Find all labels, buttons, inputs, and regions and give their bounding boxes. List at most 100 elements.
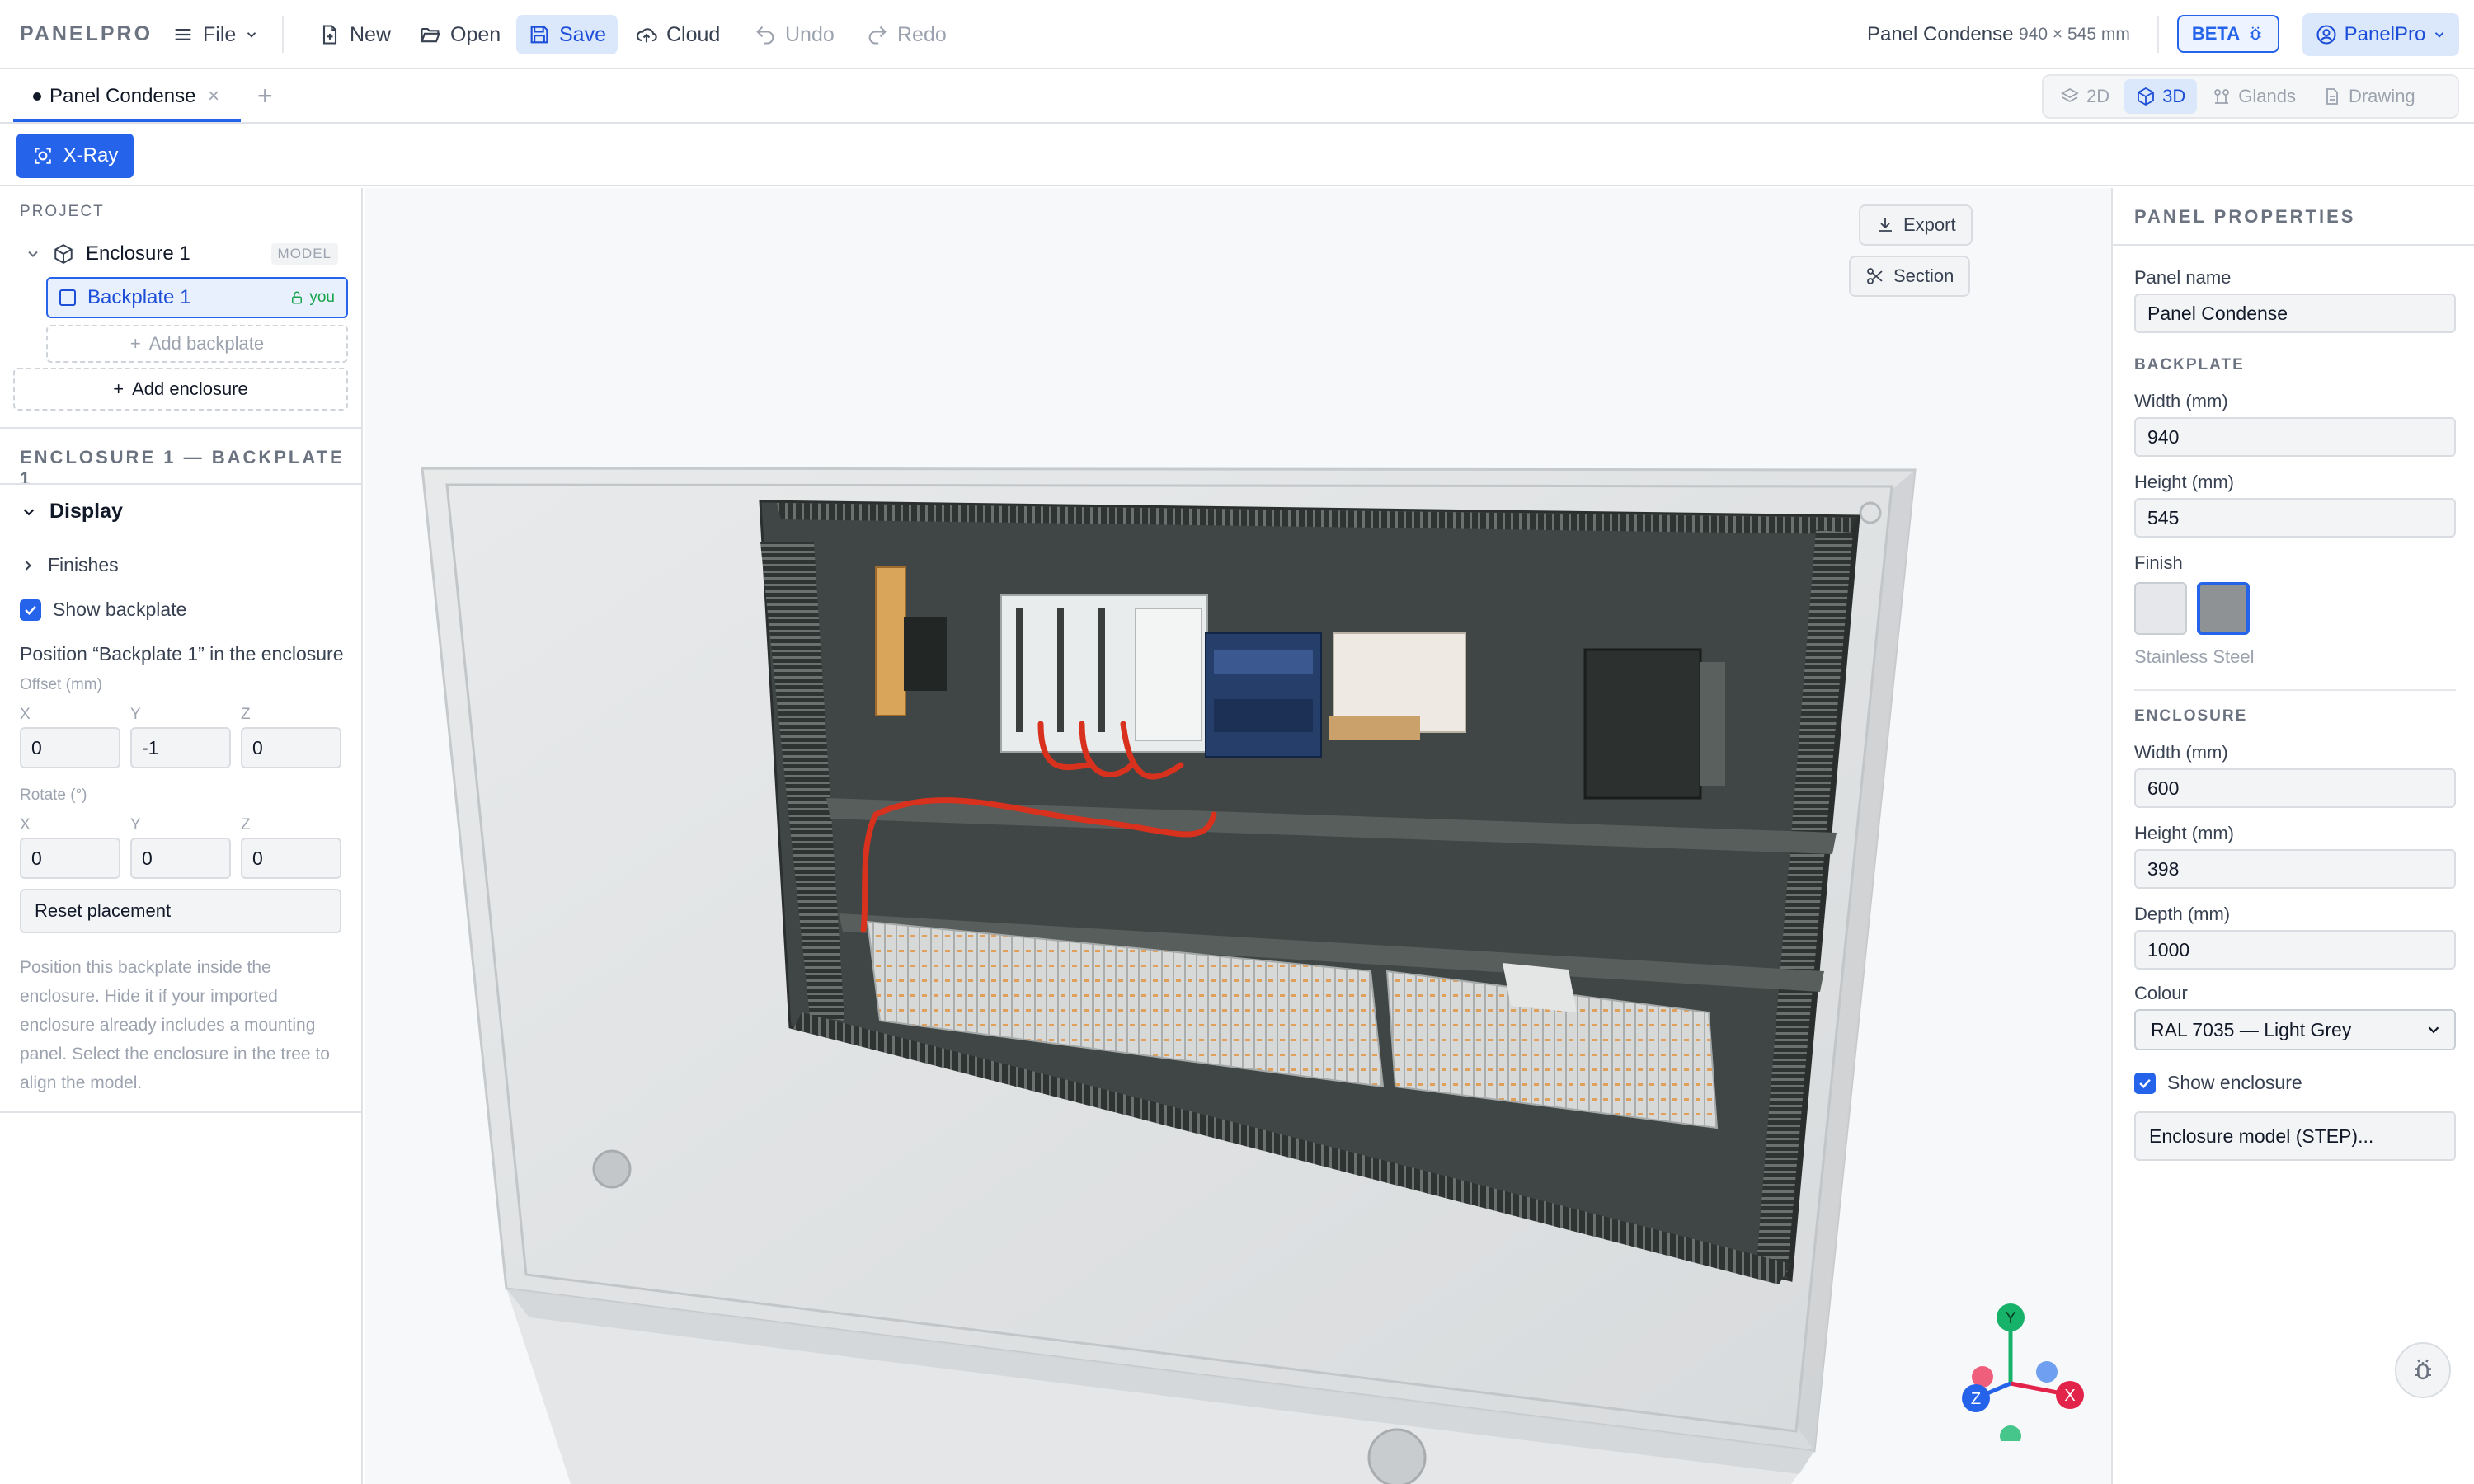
rotate-y-input[interactable]: 0	[130, 838, 231, 879]
rotate-z-input[interactable]: 0	[241, 838, 341, 879]
chevron-down-icon	[2435, 32, 2444, 38]
view-drawing-label: Drawing	[2348, 86, 2415, 106]
enclosure-depth-input[interactable]: 1000	[2134, 930, 2456, 970]
add-enclosure-label: Add enclosure	[132, 378, 248, 399]
view-glands-button[interactable]: Glands	[2200, 79, 2307, 114]
left-panel: PROJECT Enclosure 1 MODEL Backplate 1 yo…	[0, 188, 363, 1484]
beta-label: BETA	[2191, 23, 2241, 44]
panel-divider	[2113, 244, 2474, 246]
lock-open-icon	[292, 291, 303, 304]
save-button[interactable]: Save	[516, 15, 618, 54]
component-relay-block	[904, 617, 947, 691]
new-label: New	[350, 22, 392, 46]
cloud-upload-icon	[636, 28, 657, 43]
beta-badge[interactable]: BETA	[2177, 15, 2279, 53]
enclosure-model-button[interactable]: Enclosure model (STEP)...	[2134, 1111, 2456, 1161]
file-plus-icon	[322, 25, 337, 45]
view-2d-button[interactable]: 2D	[2048, 79, 2121, 114]
add-backplate-label: Add backplate	[148, 333, 265, 354]
backplate-height-label: Height (mm)	[2134, 472, 2235, 492]
backplate-height-input[interactable]: 545	[2134, 498, 2456, 538]
enclosure-label: Enclosure 1	[86, 242, 190, 265]
cloud-label: Cloud	[666, 22, 721, 46]
offset-x-axis-label: X	[20, 706, 31, 723]
chevron-right-icon	[25, 560, 31, 571]
backplate-width-input[interactable]: 940	[2134, 417, 2456, 457]
panel-divider	[0, 483, 363, 485]
section-button[interactable]: Section	[1849, 256, 1971, 297]
lock-indicator: you	[289, 289, 335, 307]
document-title: Panel Condense	[1867, 23, 2014, 45]
enclosure-height-input[interactable]: 398	[2134, 849, 2456, 889]
document-icon	[2326, 88, 2338, 105]
backplate-square-icon	[59, 289, 76, 306]
rotate-label: Rotate (°)	[20, 787, 87, 804]
display-section-toggle[interactable]: Display	[20, 500, 123, 524]
finish-swatch-light[interactable]	[2134, 582, 2187, 635]
gizmo-x-label: X	[2064, 1387, 2075, 1405]
enclosure-hinge	[1367, 1428, 1427, 1484]
view-mode-switcher: 2D 3D Glands Drawing	[2042, 74, 2459, 119]
finishes-label: Finishes	[48, 554, 119, 575]
redo-button[interactable]: Redo	[854, 15, 958, 54]
cloud-button[interactable]: Cloud	[623, 15, 731, 54]
axis-gizmo[interactable]: Y X Z	[1931, 1293, 2096, 1441]
add-backplate-button[interactable]: + Add backplate	[46, 325, 348, 363]
finish-swatch-stainless[interactable]	[2197, 582, 2250, 635]
chevron-down-icon	[23, 508, 35, 515]
new-button[interactable]: New	[307, 15, 402, 54]
placement-help-text: Position this backplate inside the enclo…	[20, 958, 330, 1092]
section-divider	[2134, 689, 2456, 691]
open-button[interactable]: Open	[407, 15, 512, 54]
enclosure-section-label: ENCLOSURE	[2134, 707, 2248, 725]
component-busbar	[875, 566, 906, 716]
top-bar: PANELPRO File New Open Save Cloud Undo R…	[0, 0, 2474, 69]
offset-z-input[interactable]: 0	[241, 727, 341, 768]
export-button[interactable]: Export	[1859, 204, 1973, 246]
finishes-section-toggle[interactable]: Finishes	[20, 554, 119, 576]
add-enclosure-button[interactable]: + Add enclosure	[13, 368, 348, 411]
scissors-icon	[1867, 268, 1883, 284]
view-3d-button[interactable]: 3D	[2124, 79, 2198, 114]
rotate-z-axis-label: Z	[241, 816, 251, 834]
position-title: Position “Backplate 1” in the enclosure	[20, 643, 344, 665]
xray-icon	[34, 148, 51, 164]
view-drawing-button[interactable]: Drawing	[2311, 79, 2427, 114]
user-label: PanelPro	[2344, 23, 2426, 45]
app-brand: PANELPRO	[20, 22, 153, 45]
cube-icon	[2138, 87, 2155, 106]
3d-viewport[interactable]: Export Section Y X Z	[365, 188, 2111, 1484]
reset-placement-button[interactable]: Reset placement	[20, 889, 341, 933]
show-enclosure-checkbox[interactable]: Show enclosure	[2134, 1072, 2302, 1094]
offset-y-axis-label: Y	[130, 706, 141, 723]
enclosure-width-input[interactable]: 600	[2134, 768, 2456, 808]
folder-open-icon	[421, 27, 441, 43]
undo-button[interactable]: Undo	[742, 15, 846, 54]
offset-x-input[interactable]: 0	[20, 727, 120, 768]
component-contactors	[1205, 632, 1322, 758]
properties-header: PANEL PROPERTIES	[2134, 206, 2356, 227]
chevron-down-icon	[28, 251, 38, 257]
component-breakers	[1000, 594, 1208, 753]
document-tab-bar: Panel Condense × + 2D 3D Glands Drawing	[0, 71, 2474, 124]
download-icon	[1879, 218, 1892, 232]
tree-item-enclosure[interactable]: Enclosure 1 MODEL	[25, 237, 338, 270]
show-backplate-checkbox[interactable]: Show backplate	[20, 599, 186, 621]
colour-select[interactable]: RAL 7035 — Light Grey	[2134, 1009, 2456, 1050]
offset-y-input[interactable]: -1	[130, 727, 231, 768]
project-section-label: PROJECT	[20, 203, 105, 220]
document-tab[interactable]: Panel Condense ×	[13, 74, 241, 122]
section-label: Section	[1893, 265, 1954, 286]
enclosure-width-label: Width (mm)	[2134, 742, 2228, 763]
tree-item-backplate[interactable]: Backplate 1 you	[46, 277, 348, 318]
xray-button[interactable]: X-Ray	[16, 134, 134, 178]
chevron-down-icon	[2428, 1026, 2439, 1034]
panel-name-input[interactable]: Panel Condense	[2134, 294, 2456, 333]
rotate-x-input[interactable]: 0	[20, 838, 120, 879]
bug-report-button[interactable]	[2395, 1342, 2451, 1398]
terminal-end-plate	[1503, 963, 1577, 1012]
user-menu-button[interactable]: PanelPro	[2302, 13, 2459, 56]
add-tab-button[interactable]: +	[257, 81, 273, 111]
close-tab-icon[interactable]: ×	[208, 85, 219, 108]
file-menu-button[interactable]: File	[160, 15, 270, 54]
